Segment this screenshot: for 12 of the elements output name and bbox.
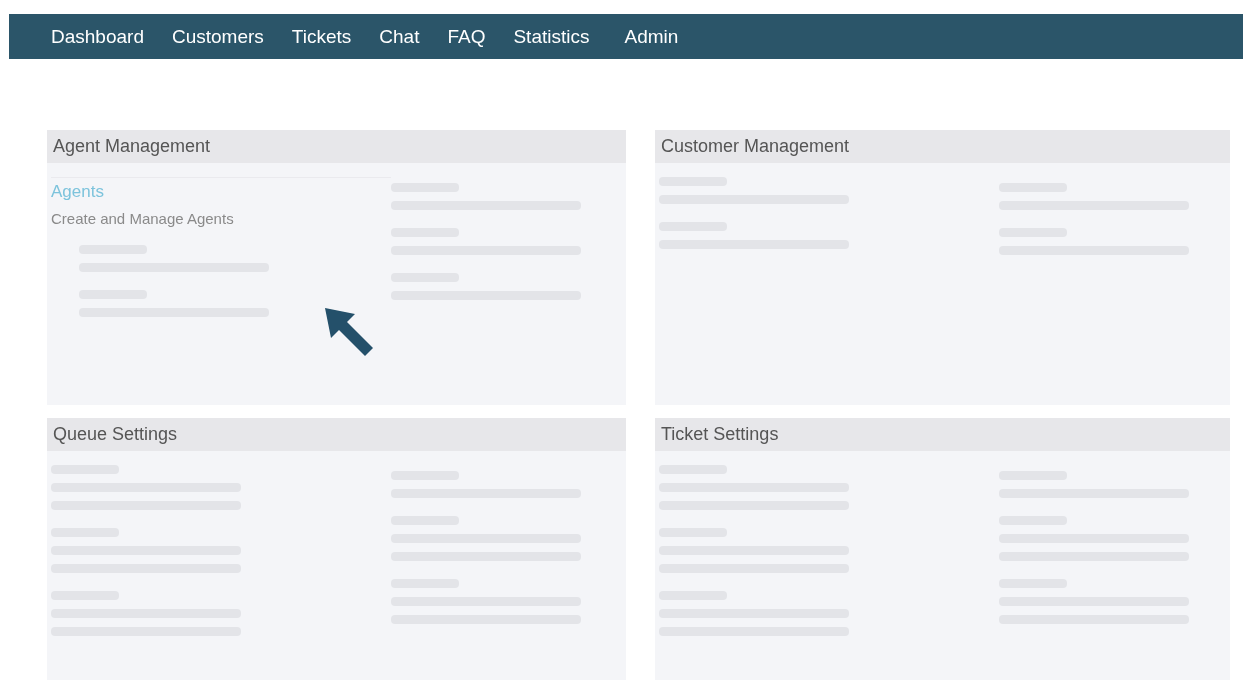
nav-link[interactable]: FAQ [447,25,486,48]
panel-header: Agent Management [47,130,626,163]
nav-link[interactable]: Chat [379,25,420,48]
nav-link[interactable]: Customers [171,25,264,48]
nav-link[interactable]: Dashboard [51,25,144,48]
nav-link[interactable]: Admin [624,25,679,48]
nav-link[interactable]: Tickets [291,25,352,48]
panel-header: Customer Management [655,130,1230,163]
description-text: Create and Manage Agents [51,210,235,227]
nav-link[interactable]: Statistics [513,25,590,48]
panel-header: Queue Settings [47,418,626,451]
panel-header: Ticket Settings [655,418,1230,451]
